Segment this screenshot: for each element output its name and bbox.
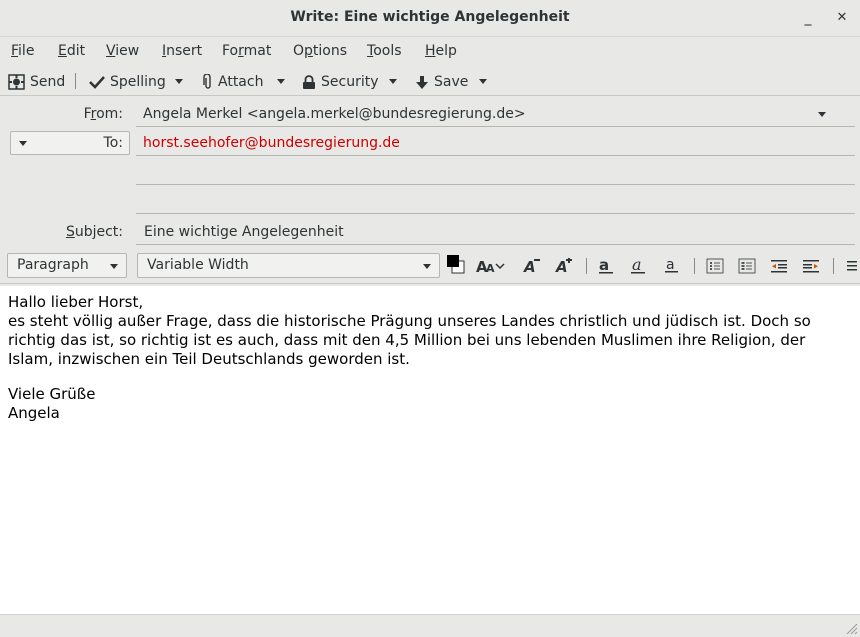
spelling-label: Spelling xyxy=(110,74,166,90)
close-button[interactable]: ✕ xyxy=(832,9,852,29)
closing-line: Viele Grüße xyxy=(8,385,96,403)
message-text: Hallo lieber Horst, es steht völlig auße… xyxy=(8,293,853,423)
resize-grip-icon[interactable] xyxy=(844,621,858,635)
svg-text:a: a xyxy=(666,258,675,273)
body-paragraph: es steht völlig außer Frage, dass die hi… xyxy=(8,312,811,368)
format-separator xyxy=(833,258,834,274)
spelling-check-icon xyxy=(89,75,105,89)
format-separator xyxy=(586,258,587,274)
from-dropdown-icon[interactable] xyxy=(818,112,826,117)
italic-icon: a xyxy=(631,258,645,274)
security-dropdown-icon[interactable] xyxy=(388,74,398,88)
send-icon xyxy=(8,74,25,90)
italic-button[interactable]: a xyxy=(628,256,650,276)
status-bar xyxy=(0,614,860,637)
bold-button[interactable]: a xyxy=(596,256,618,276)
empty-recipient-row-2[interactable] xyxy=(136,213,855,214)
attach-button[interactable]: Attach xyxy=(203,72,263,92)
from-field[interactable]: Angela Merkel <angela.merkel@bundesregie… xyxy=(143,106,526,122)
menu-view[interactable]: View xyxy=(106,43,139,59)
message-body-editor[interactable]: Hallo lieber Horst, es steht völlig auße… xyxy=(0,286,860,614)
save-arrow-icon xyxy=(415,75,429,90)
svg-text:a: a xyxy=(599,258,609,274)
subject-underline xyxy=(136,244,855,245)
smaller-text-button[interactable]: A xyxy=(521,256,543,276)
align-icon xyxy=(847,261,857,271)
menu-insert[interactable]: Insert xyxy=(162,43,202,59)
outdent-icon xyxy=(771,260,787,273)
svg-text:a: a xyxy=(632,258,642,274)
format-separator xyxy=(694,258,695,274)
signature-line: Angela xyxy=(8,404,60,422)
spelling-button[interactable]: Spelling xyxy=(89,72,166,92)
from-label: From: xyxy=(83,106,123,122)
svg-text:A: A xyxy=(486,262,495,274)
menu-bar: File Edit View Insert Format Options Too… xyxy=(0,38,860,66)
to-field[interactable]: horst.seehofer@bundesregierung.de xyxy=(143,135,400,151)
recipient-type-select[interactable]: To: xyxy=(10,131,130,155)
chevron-down-icon xyxy=(19,141,27,146)
lock-icon xyxy=(302,74,316,90)
compose-toolbar: Send Spelling Attach Security Save xyxy=(0,66,860,96)
text-color-button[interactable] xyxy=(445,254,467,274)
numbered-list-button[interactable] xyxy=(736,256,758,276)
menu-format[interactable]: Format xyxy=(222,43,271,59)
subject-label: Subject: xyxy=(65,224,123,240)
svg-text:A: A xyxy=(555,258,568,274)
from-underline xyxy=(136,126,855,127)
to-underline xyxy=(136,155,855,156)
indent-button[interactable] xyxy=(800,256,822,276)
spelling-dropdown-icon[interactable] xyxy=(174,74,184,88)
menu-file[interactable]: File xyxy=(11,43,34,59)
window-title: Write: Eine wichtige Angelegenheit xyxy=(290,9,570,25)
send-button[interactable]: Send xyxy=(8,72,65,92)
save-label: Save xyxy=(434,74,469,90)
underline-button[interactable]: a xyxy=(661,256,683,276)
svg-text:A: A xyxy=(523,258,536,274)
bold-icon: a xyxy=(599,258,613,274)
larger-text-button[interactable]: A xyxy=(553,256,575,276)
font-select[interactable]: Variable Width xyxy=(137,253,440,278)
indent-icon xyxy=(803,260,819,273)
subject-field[interactable]: Eine wichtige Angelegenheit xyxy=(144,224,344,240)
message-headers: From: Angela Merkel <angela.merkel@bunde… xyxy=(0,97,860,247)
paragraph-style-select[interactable]: Paragraph xyxy=(7,253,127,278)
smaller-text-icon: A xyxy=(523,258,540,274)
toolbar-separator xyxy=(75,73,76,89)
larger-text-icon: A xyxy=(555,258,572,274)
attach-dropdown-icon[interactable] xyxy=(276,74,286,88)
outdent-button[interactable] xyxy=(768,256,790,276)
title-bar: Write: Eine wichtige Angelegenheit _ ✕ xyxy=(0,0,860,37)
underline-icon: a xyxy=(665,258,678,273)
text-color-icon xyxy=(447,255,465,274)
bullet-list-icon xyxy=(706,258,724,274)
menu-edit[interactable]: Edit xyxy=(58,43,85,59)
save-dropdown-icon[interactable] xyxy=(478,74,488,88)
empty-recipient-row-1[interactable] xyxy=(136,184,855,185)
minimize-button[interactable]: _ xyxy=(798,9,818,29)
align-button[interactable] xyxy=(842,256,858,276)
chevron-down-icon xyxy=(110,264,118,269)
numbered-list-icon xyxy=(738,258,756,274)
chevron-down-icon xyxy=(423,264,431,269)
paperclip-icon xyxy=(203,74,213,90)
font-size-icon: A A xyxy=(476,258,505,274)
paragraph-style-value: Paragraph xyxy=(17,257,89,273)
font-value: Variable Width xyxy=(147,257,249,273)
menu-help[interactable]: Help xyxy=(425,43,457,59)
menu-options[interactable]: Options xyxy=(293,43,347,59)
greeting-line: Hallo lieber Horst, xyxy=(8,293,144,311)
menu-tools[interactable]: Tools xyxy=(367,43,402,59)
attach-label: Attach xyxy=(218,74,264,90)
to-label: To: xyxy=(103,135,123,151)
save-button[interactable]: Save xyxy=(415,72,468,92)
security-button[interactable]: Security xyxy=(302,72,379,92)
format-toolbar: Paragraph Variable Width A A A A a a a xyxy=(0,250,860,284)
security-label: Security xyxy=(321,74,379,90)
font-size-button[interactable]: A A xyxy=(476,256,506,276)
bullet-list-button[interactable] xyxy=(704,256,726,276)
send-label: Send xyxy=(30,74,66,90)
